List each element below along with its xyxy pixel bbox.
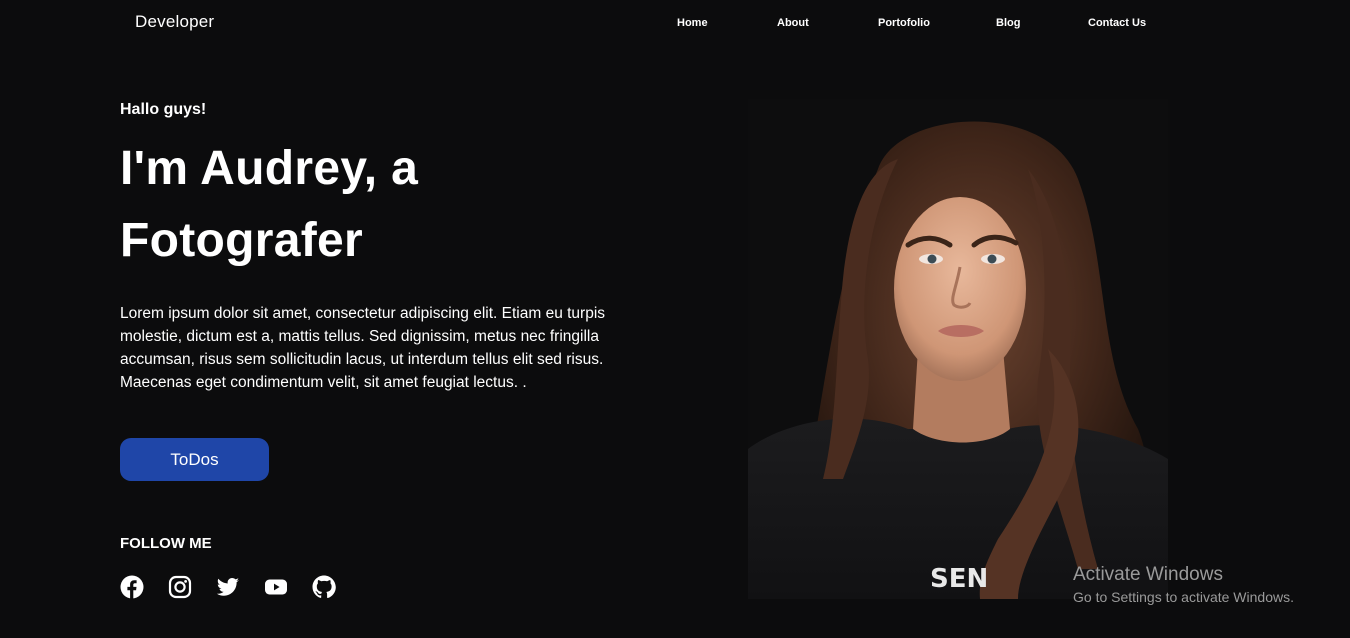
nav-portofolio[interactable]: Portofolio xyxy=(878,17,930,29)
nav-about[interactable]: About xyxy=(777,17,809,29)
twitter-icon[interactable] xyxy=(216,575,240,599)
activate-windows-watermark: Activate Windows Go to Settings to activ… xyxy=(1073,564,1343,607)
youtube-icon[interactable] xyxy=(264,575,288,599)
hero-intro: Lorem ipsum dolor sit amet, consectetur … xyxy=(120,305,606,391)
page: Developer Home About Portofolio Blog Con… xyxy=(0,0,1350,638)
portrait-photo: SEN xyxy=(748,99,1168,599)
nav-blog[interactable]: Blog xyxy=(996,17,1020,29)
nav-home[interactable]: Home xyxy=(677,17,708,29)
hero-greeting: Hallo guys! xyxy=(120,101,207,118)
hero-headline: I'm Audrey, a Fotografer xyxy=(120,142,419,267)
todos-button[interactable]: ToDos xyxy=(120,438,269,481)
shirt-text: SEN xyxy=(930,564,988,594)
main-nav: Home About Portofolio Blog Contact Us xyxy=(0,17,1350,31)
github-icon[interactable] xyxy=(312,575,336,599)
facebook-icon[interactable] xyxy=(120,575,144,599)
follow-me-label: FOLLOW ME xyxy=(120,535,212,552)
social-links xyxy=(120,575,336,599)
watermark-title: Activate Windows xyxy=(1073,564,1223,585)
watermark-subtitle: Go to Settings to activate Windows. xyxy=(1073,589,1294,605)
instagram-icon[interactable] xyxy=(168,575,192,599)
nav-contact-us[interactable]: Contact Us xyxy=(1088,17,1146,29)
